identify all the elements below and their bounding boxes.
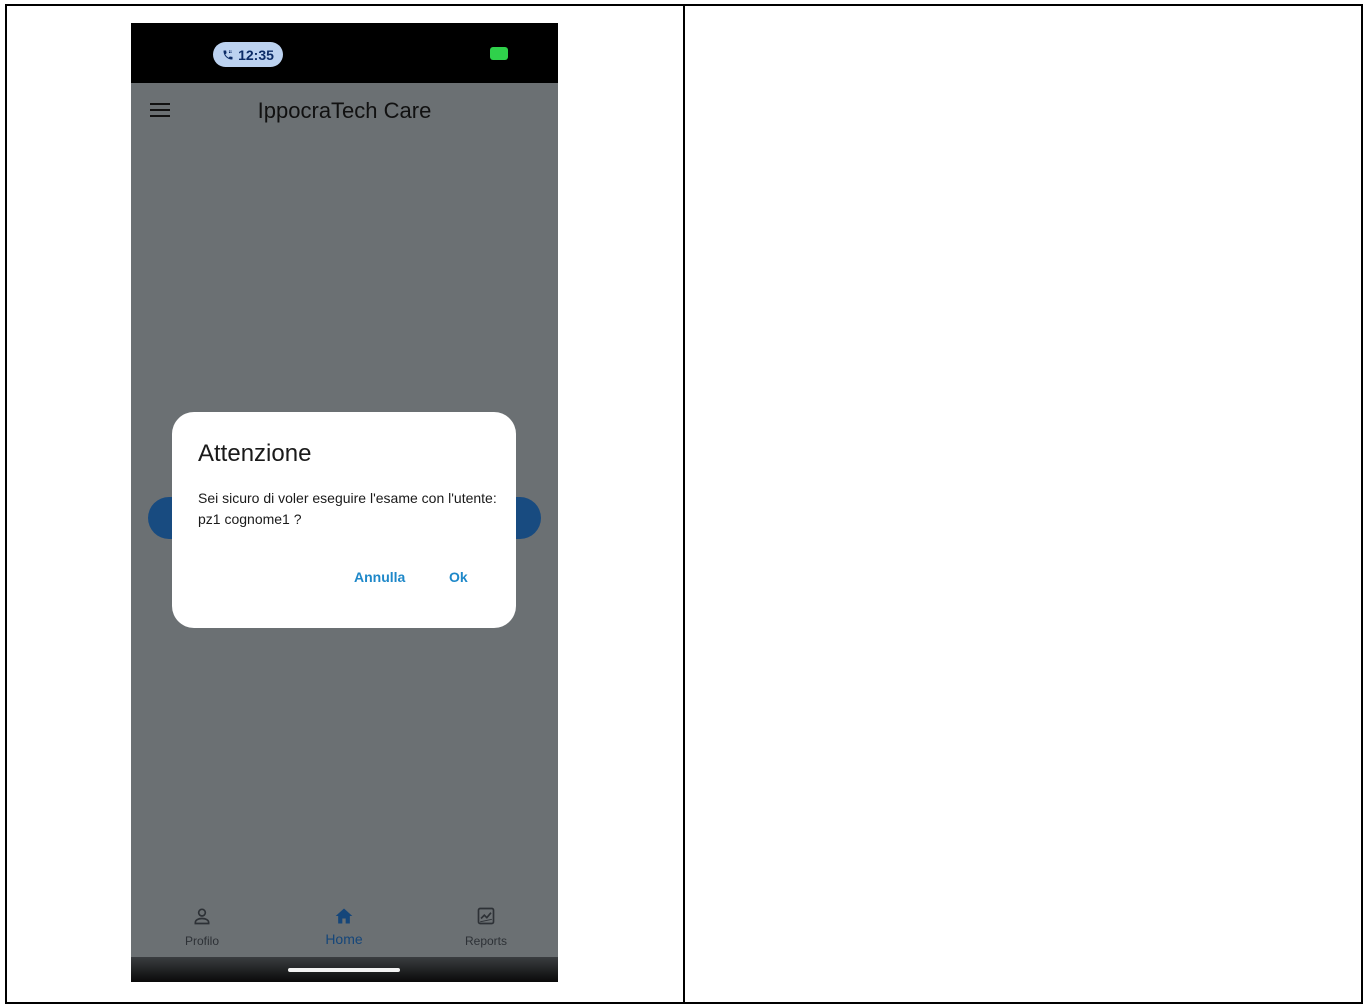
chart-icon bbox=[477, 907, 495, 925]
app-title: IppocraTech Care bbox=[257, 98, 432, 123]
app-bar: IppocraTech Care bbox=[131, 83, 558, 141]
bottom-tab-bar: Profilo Home Reports bbox=[131, 893, 558, 957]
dialog-message: Sei sicuro di voler eseguire l'esame con… bbox=[198, 490, 497, 527]
tab-label-home: Home bbox=[325, 931, 363, 947]
home-indicator[interactable] bbox=[288, 968, 400, 972]
tab-reports[interactable]: Reports bbox=[436, 893, 536, 953]
dialog-title: Attenzione bbox=[198, 440, 312, 467]
call-indicator[interactable]: 12:35 bbox=[213, 42, 283, 67]
status-time: 12:35 bbox=[238, 46, 274, 63]
phone-call-icon bbox=[223, 50, 233, 59]
status-bar: 12:35 bbox=[131, 23, 558, 83]
home-icon bbox=[335, 908, 353, 924]
tab-profilo[interactable]: Profilo bbox=[152, 893, 252, 953]
tab-label-reports: Reports bbox=[464, 934, 508, 948]
battery-icon bbox=[490, 47, 508, 60]
tab-home[interactable]: Home bbox=[294, 893, 394, 953]
cancel-button[interactable]: Annulla bbox=[354, 569, 405, 585]
phone-screen: 12:35 IppocraTech Care Attenzione Sei si… bbox=[131, 23, 558, 982]
user-icon bbox=[194, 908, 210, 925]
confirmation-dialog: Attenzione Sei sicuro di voler eseguire … bbox=[172, 412, 516, 628]
tab-label-profilo: Profilo bbox=[184, 934, 219, 948]
ok-button[interactable]: Ok bbox=[449, 569, 468, 585]
panel-divider bbox=[683, 4, 685, 1004]
